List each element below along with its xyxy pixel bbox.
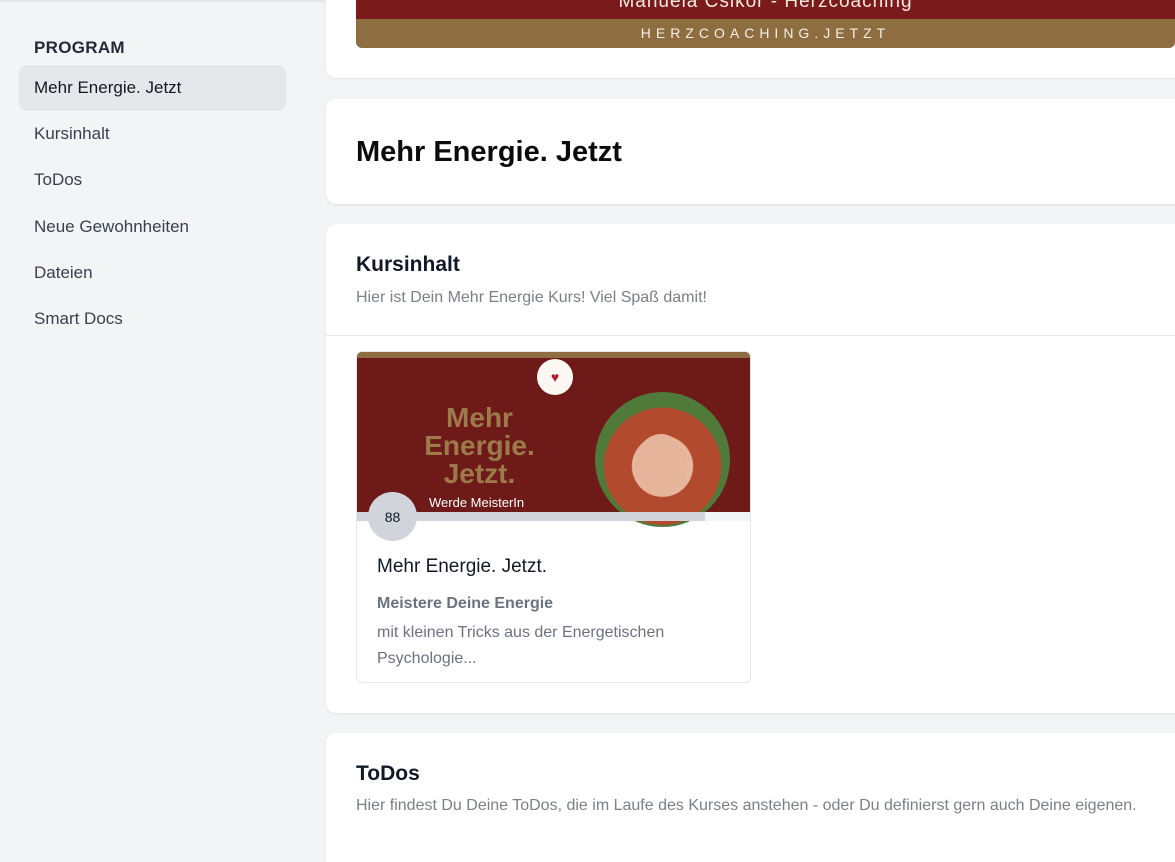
banner-name: Manuela Csikor - Herzcoaching <box>618 0 913 12</box>
sidebar-item-neue-gewohnheiten[interactable]: Neue Gewohnheiten <box>19 204 286 250</box>
banner-card: Manuela Csikor - Herzcoaching HERZCOACHI… <box>326 0 1175 78</box>
sidebar-item-todos[interactable]: ToDos <box>19 157 286 203</box>
sidebar-item-mehr-energie[interactable]: Mehr Energie. Jetzt <box>19 65 286 111</box>
sidebar-item-label: Dateien <box>34 263 93 282</box>
todos-subtitle: Hier findest Du Deine ToDos, die im Lauf… <box>356 797 1137 814</box>
course-card[interactable]: ♥ Mehr Energie. Jetzt. Werde MeisterIn 8… <box>356 351 751 683</box>
course-thumbnail: ♥ Mehr Energie. Jetzt. Werde MeisterIn <box>357 352 750 527</box>
heart-logo-icon: ♥ <box>537 359 573 395</box>
kursinhalt-card: Kursinhalt Hier ist Dein Mehr Energie Ku… <box>326 224 1175 713</box>
sidebar-item-label: Smart Docs <box>34 309 123 328</box>
sidebar-item-label: ToDos <box>34 170 83 189</box>
banner-url: HERZCOACHING.JETZT <box>640 25 891 41</box>
sidebar-heading: PROGRAM <box>34 38 125 57</box>
sidebar-item-smart-docs[interactable]: Smart Docs <box>19 296 286 342</box>
sidebar-item-kursinhalt[interactable]: Kursinhalt <box>19 111 286 157</box>
sidebar-item-label: Kursinhalt <box>34 124 110 143</box>
thumbnail-top-band <box>357 352 750 358</box>
thumbnail-subtitle: Werde MeisterIn <box>429 495 525 510</box>
progress-badge: 88 <box>368 492 417 541</box>
divider <box>326 335 1175 336</box>
todos-title: ToDos <box>356 762 420 785</box>
portrait-photo <box>595 392 730 527</box>
page-title: Mehr Energie. Jetzt <box>356 136 622 168</box>
sidebar-item-dateien[interactable]: Dateien <box>19 250 286 296</box>
course-description-heading: Meistere Deine Energie <box>377 595 554 612</box>
kursinhalt-subtitle: Hier ist Dein Mehr Energie Kurs! Viel Sp… <box>356 289 707 306</box>
todos-card: ToDos Hier findest Du Deine ToDos, die i… <box>326 733 1175 862</box>
course-description: mit kleinen Tricks aus der Energetischen… <box>377 624 665 667</box>
thumbnail-title: Mehr Energie. Jetzt. <box>424 402 535 489</box>
banner-image: Manuela Csikor - Herzcoaching HERZCOACHI… <box>356 0 1175 48</box>
kursinhalt-title: Kursinhalt <box>356 253 460 276</box>
sidebar-item-label: Mehr Energie. Jetzt <box>34 78 182 97</box>
title-card: Mehr Energie. Jetzt <box>326 99 1175 204</box>
sidebar-item-label: Neue Gewohnheiten <box>34 217 190 236</box>
sidebar: PROGRAM Mehr Energie. Jetzt Kursinhalt T… <box>0 0 310 862</box>
course-name: Mehr Energie. Jetzt. <box>377 556 548 577</box>
